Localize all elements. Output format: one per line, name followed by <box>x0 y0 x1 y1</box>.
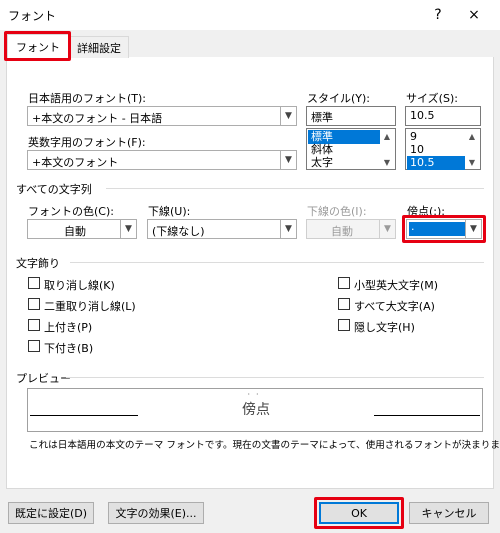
strikethrough-checkbox[interactable] <box>28 277 40 289</box>
underline-color-value: 自動 <box>331 225 353 238</box>
chevron-down-icon[interactable]: ▼ <box>280 220 296 238</box>
scroll-up-icon[interactable]: ▲ <box>465 129 479 143</box>
underline-label: 下線(U): <box>148 205 191 218</box>
scroll-down-icon[interactable]: ▼ <box>380 155 394 169</box>
small-caps-checkbox[interactable] <box>338 277 350 289</box>
subscript-label[interactable]: 下付き(B) <box>44 340 93 356</box>
tab-advanced-label: 詳細設定 <box>77 41 121 55</box>
font-color-combo[interactable]: 自動 ▼ <box>27 219 137 239</box>
divider <box>70 262 484 263</box>
style-item-italic[interactable]: 斜体 <box>308 143 380 157</box>
underline-combo[interactable]: (下線なし) ▼ <box>147 219 297 239</box>
style-label: スタイル(Y): <box>307 92 371 105</box>
all-caps-label[interactable]: すべて大文字(A) <box>354 298 435 314</box>
tab-highlight-box <box>4 31 71 61</box>
ja-font-value: +本文のフォント - 日本語 <box>32 112 163 125</box>
chevron-down-icon: ▼ <box>379 220 395 238</box>
close-button[interactable]: × <box>456 0 492 30</box>
en-font-value: +本文のフォント <box>32 156 119 169</box>
underline-color-label: 下線の色(I): <box>307 205 367 218</box>
font-color-label: フォントの色(C): <box>28 205 114 218</box>
divider <box>106 188 484 189</box>
all-caps-checkbox[interactable] <box>338 298 350 310</box>
subscript-checkbox[interactable] <box>28 340 40 352</box>
double-strikethrough-checkbox[interactable] <box>28 298 40 310</box>
preview-baseline-right <box>374 415 480 416</box>
effects-section-title: 文字飾り <box>16 257 60 270</box>
size-item-10-5[interactable]: 10.5 <box>407 156 465 170</box>
en-font-label: 英数字用のフォント(F): <box>28 136 146 149</box>
preview-baseline-left <box>30 415 138 416</box>
text-effects-button[interactable]: 文字の効果(E)... <box>108 502 204 524</box>
preview-description: これは日本語用の本文のテーマ フォントです。現在の文書のテーマによって、使用され… <box>29 440 500 451</box>
ja-font-combo[interactable]: +本文のフォント - 日本語 ▼ <box>27 106 297 126</box>
set-default-button[interactable]: 既定に設定(D) <box>8 502 94 524</box>
style-item-bold[interactable]: 太字 <box>308 156 380 170</box>
chevron-down-icon[interactable]: ▼ <box>280 107 296 125</box>
divider <box>66 377 484 378</box>
small-caps-label[interactable]: 小型英大文字(M) <box>354 277 438 293</box>
help-button[interactable]: ? <box>420 0 456 30</box>
hidden-checkbox[interactable] <box>338 319 350 331</box>
strikethrough-label[interactable]: 取り消し線(K) <box>44 277 115 293</box>
ok-highlight-box <box>314 497 404 529</box>
superscript-label[interactable]: 上付き(P) <box>44 319 92 335</box>
preview-box: ·· 傍点 <box>27 388 483 432</box>
size-listbox[interactable]: 9 10 10.5 ▲ ▼ <box>405 128 481 170</box>
underline-value: (下線なし) <box>152 225 205 238</box>
preview-section-title: プレビュー <box>16 372 71 385</box>
size-input[interactable]: 10.5 <box>405 106 481 126</box>
font-color-value: 自動 <box>64 225 86 238</box>
style-listbox[interactable]: 標準 斜体 太字 ▲ ▼ <box>306 128 396 170</box>
window-title: フォント <box>8 9 57 23</box>
emphasis-highlight-box <box>402 215 486 243</box>
chevron-down-icon[interactable]: ▼ <box>120 220 136 238</box>
en-font-combo[interactable]: +本文のフォント ▼ <box>27 150 297 170</box>
size-item-9[interactable]: 9 <box>407 130 465 144</box>
size-item-10[interactable]: 10 <box>407 143 465 157</box>
chevron-down-icon[interactable]: ▼ <box>280 151 296 169</box>
tab-advanced[interactable]: 詳細設定 <box>69 36 129 58</box>
size-label: サイズ(S): <box>406 92 458 105</box>
all-text-section-title: すべての文字列 <box>16 183 92 196</box>
scroll-up-icon[interactable]: ▲ <box>380 129 394 143</box>
double-strikethrough-label[interactable]: 二重取り消し線(L) <box>44 298 136 314</box>
preview-sample-text: 傍点 <box>242 402 270 418</box>
scroll-down-icon[interactable]: ▼ <box>465 155 479 169</box>
hidden-label[interactable]: 隠し文字(H) <box>354 319 415 335</box>
ja-font-label: 日本語用のフォント(T): <box>28 92 147 105</box>
emphasis-dots: ·· <box>247 390 265 399</box>
superscript-checkbox[interactable] <box>28 319 40 331</box>
underline-color-combo: 自動 ▼ <box>306 219 396 239</box>
style-item-regular[interactable]: 標準 <box>308 130 380 144</box>
style-input[interactable]: 標準 <box>306 106 396 126</box>
cancel-button[interactable]: キャンセル <box>409 502 489 524</box>
